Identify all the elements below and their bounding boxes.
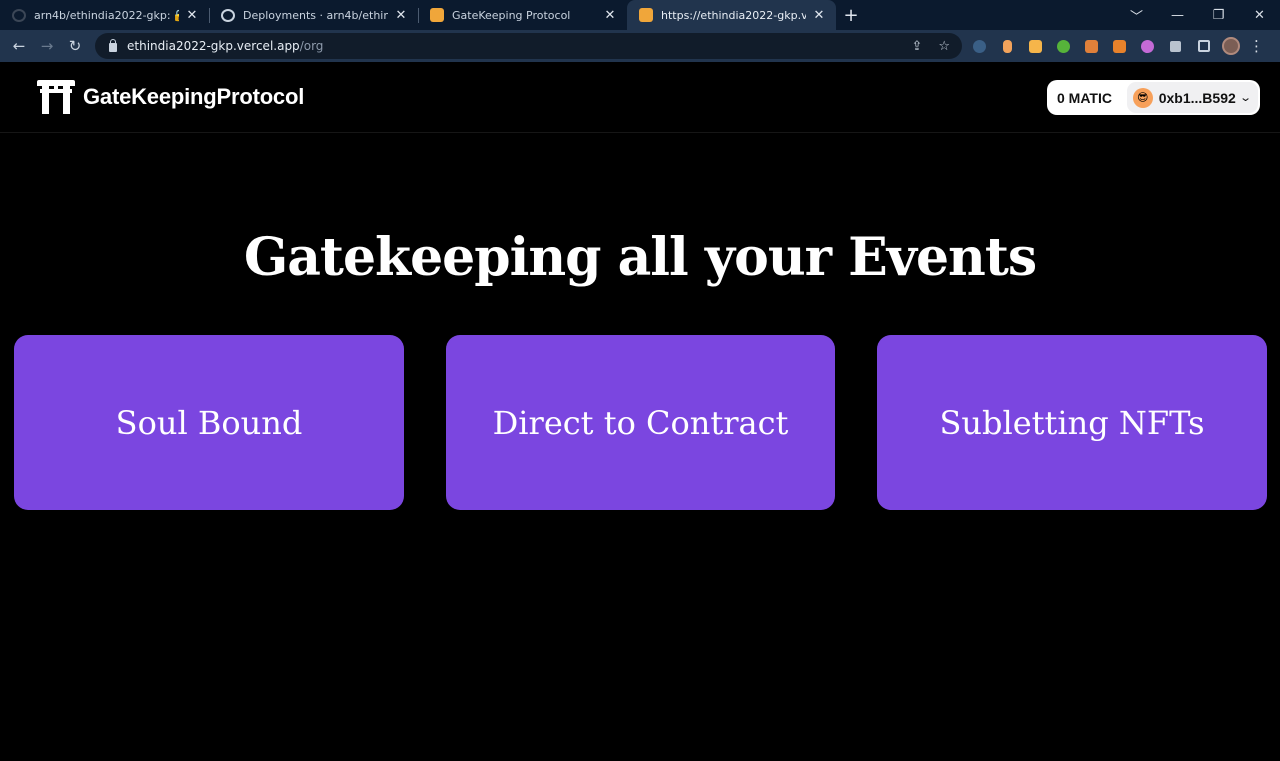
react-devtools-icon[interactable] bbox=[970, 37, 989, 56]
close-window-button[interactable]: ✕ bbox=[1239, 8, 1280, 23]
brand[interactable]: GateKeepingProtocol bbox=[37, 80, 304, 114]
account-button[interactable]: 😎 0xb1...B592 ⌄ bbox=[1126, 82, 1258, 113]
soul-bound-card[interactable]: Soul Bound bbox=[14, 335, 404, 510]
page: GateKeepingProtocol 0 MATIC 😎 0xb1...B59… bbox=[0, 62, 1280, 761]
extension-icon[interactable] bbox=[1138, 37, 1157, 56]
bookmark-star-icon[interactable]: ☆ bbox=[938, 39, 950, 54]
card-label: Soul Bound bbox=[115, 403, 303, 442]
tab-title: arn4b/ethindia2022-gkp: 🔐 Gat bbox=[34, 8, 179, 22]
option-cards: Soul Bound Direct to Contract Subletting… bbox=[14, 335, 1267, 510]
extensions-row: ⋮ bbox=[970, 30, 1264, 62]
lock-favicon-icon bbox=[430, 8, 444, 22]
back-arrow-icon[interactable]: ← bbox=[5, 32, 33, 60]
browser-tab[interactable]: Deployments · arn4b/ethindia202 ✕ bbox=[209, 0, 418, 30]
menu-kebab-icon[interactable]: ⋮ bbox=[1249, 37, 1264, 55]
url-host: ethindia2022-gkp.vercel.app bbox=[127, 39, 300, 53]
extension-off-icon[interactable] bbox=[1082, 37, 1101, 56]
plus-extension-icon[interactable] bbox=[1054, 37, 1073, 56]
extension-icon[interactable] bbox=[998, 37, 1017, 56]
github-icon bbox=[12, 8, 26, 22]
hero-title: Gatekeeping all your Events bbox=[243, 227, 1037, 288]
torii-gate-icon bbox=[37, 80, 75, 114]
brand-name: GateKeepingProtocol bbox=[83, 84, 305, 109]
wallet-button[interactable]: 0 MATIC 😎 0xb1...B592 ⌄ bbox=[1047, 80, 1260, 115]
window-controls: ﹀ — ❐ ✕ bbox=[1116, 0, 1280, 30]
new-tab-button[interactable]: + bbox=[836, 0, 866, 30]
address-bar[interactable]: ethindia2022-gkp.vercel.app/org ⇪ ☆ bbox=[95, 33, 962, 59]
tab-search-icon[interactable]: ﹀ bbox=[1116, 6, 1157, 25]
puzzle-extensions-icon[interactable] bbox=[1166, 37, 1185, 56]
browser-toolbar: ← → ↻ ethindia2022-gkp.vercel.app/org ⇪ … bbox=[0, 30, 1280, 62]
reload-icon[interactable]: ↻ bbox=[61, 32, 89, 60]
browser-tab-active[interactable]: https://ethindia2022-gkp.vercel.a ✕ bbox=[627, 0, 836, 30]
site-header: GateKeepingProtocol 0 MATIC 😎 0xb1...B59… bbox=[0, 62, 1280, 133]
close-icon[interactable]: ✕ bbox=[394, 8, 408, 23]
restore-button[interactable]: ❐ bbox=[1198, 8, 1239, 23]
tab-title: GateKeeping Protocol bbox=[452, 8, 571, 22]
wallet-address: 0xb1...B592 bbox=[1158, 89, 1236, 106]
account-avatar-icon: 😎 bbox=[1132, 87, 1153, 108]
url-path: /org bbox=[299, 39, 324, 53]
direct-to-contract-card[interactable]: Direct to Contract bbox=[446, 335, 835, 510]
profile-avatar[interactable] bbox=[1222, 37, 1240, 55]
forward-arrow-icon[interactable]: → bbox=[33, 32, 61, 60]
tab-title: https://ethindia2022-gkp.vercel.a bbox=[661, 8, 806, 22]
metamask-icon[interactable] bbox=[1110, 37, 1129, 56]
card-label: Direct to Contract bbox=[492, 403, 789, 442]
close-icon[interactable]: ✕ bbox=[603, 8, 617, 23]
subletting-nfts-card[interactable]: Subletting NFTs bbox=[877, 335, 1267, 510]
lock-icon bbox=[109, 38, 117, 52]
chevron-down-icon: ⌄ bbox=[1238, 91, 1252, 104]
close-icon[interactable]: ✕ bbox=[812, 8, 826, 23]
lock-favicon-icon bbox=[639, 8, 653, 22]
share-icon[interactable]: ⇪ bbox=[911, 39, 922, 54]
browser-tab[interactable]: arn4b/ethindia2022-gkp: 🔐 Gat ✕ bbox=[0, 0, 209, 30]
side-panel-icon[interactable] bbox=[1194, 37, 1213, 56]
github-icon bbox=[221, 8, 235, 22]
close-icon[interactable]: ✕ bbox=[185, 8, 199, 23]
browser-tab[interactable]: GateKeeping Protocol ✕ bbox=[418, 0, 627, 30]
tab-title: Deployments · arn4b/ethindia202 bbox=[243, 8, 388, 22]
card-label: Subletting NFTs bbox=[939, 403, 1205, 442]
extension-icon[interactable] bbox=[1026, 37, 1045, 56]
minimize-button[interactable]: — bbox=[1157, 8, 1198, 23]
browser-tab-strip: arn4b/ethindia2022-gkp: 🔐 Gat ✕ Deployme… bbox=[0, 0, 1280, 30]
wallet-balance: 0 MATIC bbox=[1057, 89, 1112, 106]
